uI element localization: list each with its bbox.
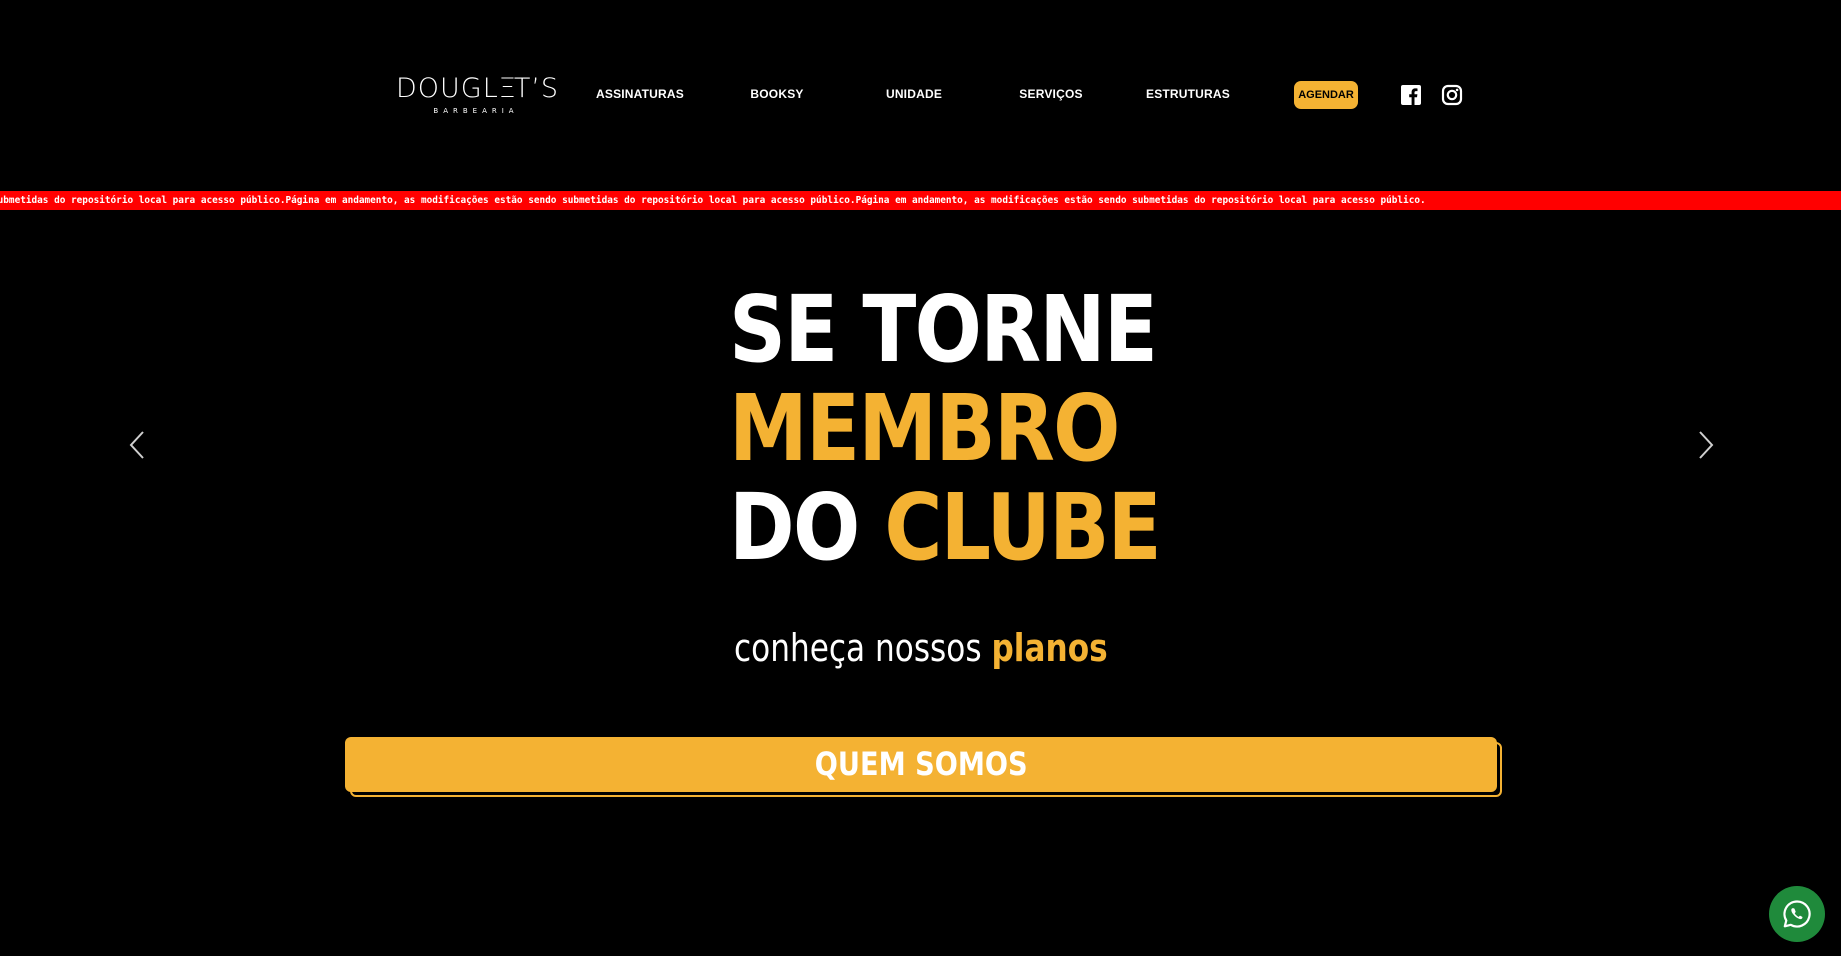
- hero-line-3-white: DO: [729, 474, 860, 581]
- hero-headline: SE TORNE MEMBRO DO CLUBE: [729, 276, 1162, 577]
- nav-item-unidade[interactable]: UNIDADE: [854, 87, 974, 101]
- quem-somos-button[interactable]: QUEM SOMOS: [345, 737, 1497, 792]
- quem-somos-button-wrapper: QUEM SOMOS: [345, 737, 1502, 797]
- nav-item-booksy[interactable]: BOOKSY: [717, 87, 837, 101]
- whatsapp-icon: [1783, 900, 1811, 928]
- logo-subtitle: BARBEARIA: [433, 107, 519, 115]
- hero-subtitle: conheça nossos planos: [0, 623, 1841, 673]
- subtitle-planos-link[interactable]: planos: [991, 626, 1107, 670]
- facebook-icon[interactable]: [1400, 84, 1422, 106]
- logo-wordmark: DOUGLΞT’S: [396, 73, 560, 104]
- announcement-ticker: submetidas do repositório local para ace…: [0, 191, 1841, 210]
- quem-somos-label: QUEM SOMOS: [814, 745, 1028, 783]
- hero-line-3: DO CLUBE: [729, 478, 1162, 577]
- hero-line-3-gold: CLUBE: [884, 474, 1161, 581]
- nav-item-assinaturas[interactable]: ASSINATURAS: [580, 87, 700, 101]
- hero-line-1: SE TORNE: [729, 276, 1158, 383]
- site-header: DOUGLΞT’S BARBEARIA ASSINATURAS BOOKSY U…: [0, 0, 1841, 190]
- nav-item-estruturas[interactable]: ESTRUTURAS: [1128, 87, 1248, 101]
- whatsapp-button[interactable]: [1769, 886, 1825, 942]
- hero-line-2: MEMBRO: [729, 375, 1120, 482]
- ticker-text: submetidas do repositório local para ace…: [0, 195, 1426, 206]
- agendar-button[interactable]: AGENDAR: [1294, 81, 1358, 109]
- nav-item-servicos[interactable]: SERVIÇOS: [991, 87, 1111, 101]
- chevron-right-icon[interactable]: [1692, 428, 1716, 462]
- instagram-icon[interactable]: [1441, 84, 1463, 106]
- subtitle-white: conheça nossos: [733, 626, 982, 670]
- brand-logo[interactable]: DOUGLΞT’S BARBEARIA: [396, 73, 560, 118]
- chevron-left-icon[interactable]: [127, 428, 151, 462]
